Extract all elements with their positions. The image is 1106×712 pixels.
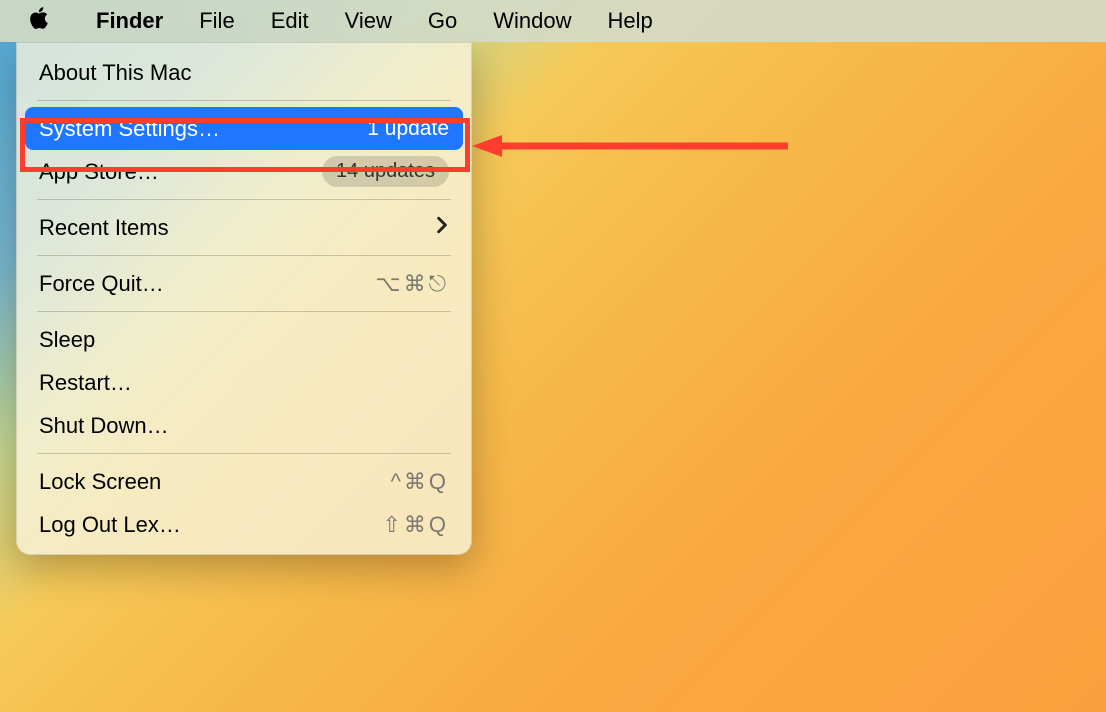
menubar-edit[interactable]: Edit (253, 0, 327, 42)
menubar: Finder File Edit View Go Window Help (0, 0, 1106, 42)
menu-item-label: About This Mac (39, 60, 191, 86)
menubar-window[interactable]: Window (475, 0, 589, 42)
menu-item-label: Force Quit… (39, 271, 164, 297)
keyboard-shortcut: ^⌘Q (391, 469, 449, 495)
menu-divider (37, 453, 451, 454)
chevron-right-icon (435, 216, 449, 239)
update-badge: 1 update (367, 117, 449, 141)
annotation-arrow (472, 132, 792, 160)
menu-app-store[interactable]: App Store… 14 updates (25, 150, 463, 193)
menubar-help[interactable]: Help (590, 0, 671, 42)
menu-recent-items[interactable]: Recent Items (25, 206, 463, 249)
menu-lock-screen[interactable]: Lock Screen ^⌘Q (25, 460, 463, 503)
menu-item-label: App Store… (39, 159, 159, 185)
menu-divider (37, 255, 451, 256)
menu-item-label: Recent Items (39, 215, 169, 241)
apple-menu-dropdown: About This Mac System Settings… 1 update… (16, 42, 472, 555)
menu-shut-down[interactable]: Shut Down… (25, 404, 463, 447)
menu-divider (37, 100, 451, 101)
menu-restart[interactable]: Restart… (25, 361, 463, 404)
update-badge: 14 updates (322, 156, 449, 187)
menu-item-label: Sleep (39, 327, 95, 353)
keyboard-shortcut: ⇧⌘Q (382, 512, 449, 538)
menu-about-this-mac[interactable]: About This Mac (25, 51, 463, 94)
apple-menu-button[interactable] (8, 0, 78, 42)
menu-item-label: Shut Down… (39, 413, 169, 439)
menu-system-settings[interactable]: System Settings… 1 update (25, 107, 463, 150)
menu-item-label: Restart… (39, 370, 132, 396)
menubar-file[interactable]: File (181, 0, 252, 42)
apple-logo-icon (26, 5, 52, 37)
menu-force-quit[interactable]: Force Quit… ⌥⌘⎋ (25, 262, 463, 305)
menu-log-out[interactable]: Log Out Lex… ⇧⌘Q (25, 503, 463, 546)
menu-sleep[interactable]: Sleep (25, 318, 463, 361)
keyboard-shortcut: ⌥⌘⎋ (375, 271, 449, 297)
menu-item-label: Lock Screen (39, 469, 161, 495)
menubar-app-name[interactable]: Finder (78, 0, 181, 42)
menubar-view[interactable]: View (327, 0, 410, 42)
menu-divider (37, 311, 451, 312)
menu-divider (37, 199, 451, 200)
menu-item-label: Log Out Lex… (39, 512, 181, 538)
menubar-go[interactable]: Go (410, 0, 475, 42)
menu-item-label: System Settings… (39, 116, 220, 142)
